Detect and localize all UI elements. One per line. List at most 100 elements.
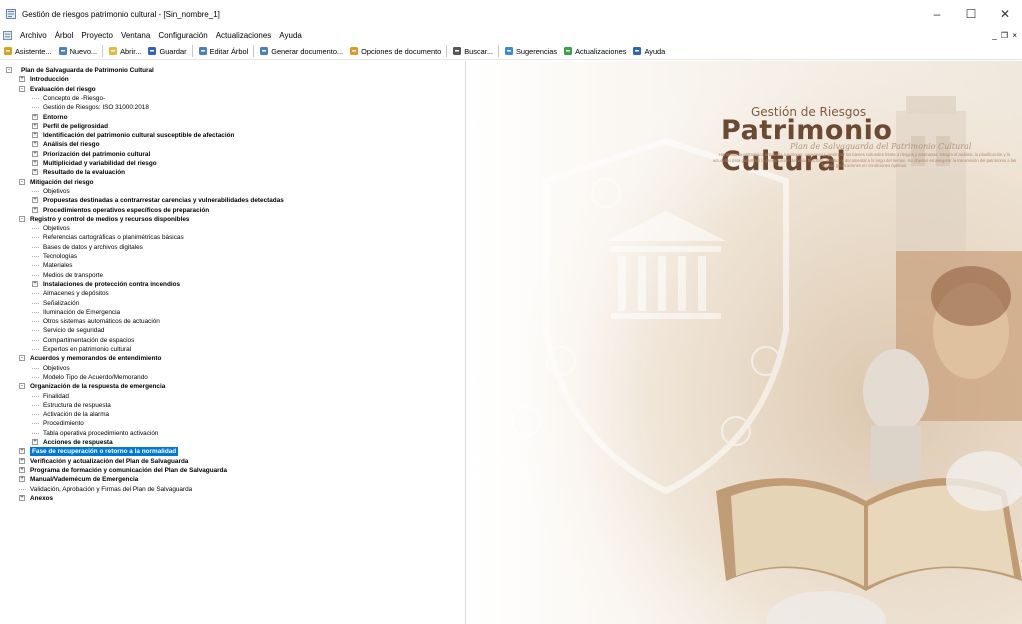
tree-node-label[interactable]: Activación de la alarma	[43, 410, 109, 419]
collapse-icon[interactable]: -	[19, 383, 25, 390]
tree-node-label[interactable]: Señalización	[43, 299, 79, 308]
expand-icon[interactable]: +	[32, 197, 38, 204]
tree-node-label[interactable]: Programa de formación y comunicación del…	[30, 466, 227, 475]
generate-document-button[interactable]: Generar documento...	[256, 44, 346, 58]
expand-icon[interactable]: +	[19, 476, 25, 483]
tree-node-label[interactable]: Verificación y actualización del Plan de…	[30, 457, 188, 466]
tree-node-label[interactable]: Evaluación del riesgo	[30, 85, 96, 94]
tree-node-label[interactable]: Análisis del riesgo	[43, 140, 99, 149]
tree-node-label[interactable]: Fase de recuperación o retorno a la norm…	[30, 447, 179, 457]
menu-archivo[interactable]: Archivo	[16, 31, 51, 40]
tree-node-label[interactable]: Objetivos	[43, 364, 70, 373]
help-button[interactable]: Ayuda	[629, 44, 668, 58]
tree-node-label[interactable]: Registro y control de medios y recursos …	[30, 215, 189, 224]
expand-icon[interactable]: +	[19, 466, 25, 473]
edit-tree-button[interactable]: Editar Árbol	[195, 44, 252, 58]
expand-icon[interactable]: +	[32, 122, 38, 129]
collapse-icon[interactable]: -	[19, 215, 25, 222]
tree-node-label[interactable]: Expertos en patrimonio cultural	[43, 345, 131, 354]
expand-icon[interactable]: +	[32, 169, 38, 176]
expand-icon[interactable]: +	[32, 150, 38, 157]
wizard-button[interactable]: Asistente...	[0, 44, 55, 58]
tree-node-label[interactable]: Otros sistemas automáticos de actuación	[43, 317, 160, 326]
open-folder-button[interactable]: Abrir...	[105, 44, 144, 58]
tree-node-label[interactable]: Modelo Tipo de Acuerdo/Memorando	[43, 373, 148, 382]
tree-node-label[interactable]: Bases de datos y archivos digitales	[43, 243, 143, 252]
tree-node-label[interactable]: Acuerdos y memorandos de entendimiento	[30, 354, 161, 363]
tree-node-label[interactable]: Organización de la respuesta de emergenc…	[30, 382, 165, 391]
updates-button[interactable]: Actualizaciones	[560, 44, 629, 58]
tree-node-label[interactable]: Objetivos	[43, 224, 70, 233]
tree-node-label[interactable]: Servicio de seguridad	[43, 326, 104, 335]
tree-node-label[interactable]: Validación, Aprobación y Firmas del Plan…	[30, 485, 192, 494]
document-options-button[interactable]: Opciones de documento	[346, 44, 444, 58]
menu-configuracion[interactable]: Configuración	[154, 31, 211, 40]
tree-node-label[interactable]: Gestión de Riesgos: ISO 31000:2018	[43, 103, 149, 112]
tree-node-label[interactable]: Anexos	[30, 494, 53, 503]
menu-proyecto[interactable]: Proyecto	[77, 31, 117, 40]
tree-node-label[interactable]: Resultado de la evaluación	[43, 168, 125, 177]
tree-node-label[interactable]: Referencias cartográficas o planimétrica…	[43, 233, 184, 242]
tree-panel[interactable]: - Plan de Salvaguarda de Patrimonio Cultu…	[0, 61, 466, 624]
collapse-icon[interactable]: -	[19, 85, 25, 92]
tree-node-label[interactable]: Procedimiento	[43, 419, 84, 428]
app-icon	[6, 9, 16, 19]
tree-node-label[interactable]: Perfil de peligrosidad	[43, 122, 108, 131]
tree-node-label[interactable]: Objetivos	[43, 187, 70, 196]
tree-node-label[interactable]: Acciones de respuesta	[43, 438, 113, 447]
tree-node-label[interactable]: Priorización del patrimonio cultural	[43, 150, 150, 159]
tree-node-label[interactable]: Tabla operativa procedimiento activación	[43, 429, 158, 438]
menu-ayuda[interactable]: Ayuda	[275, 31, 306, 40]
tree-node-label[interactable]: Mitigación del riesgo	[30, 178, 94, 187]
expand-icon[interactable]: +	[19, 457, 25, 464]
tree-node-label[interactable]: Manual/Vademécum de Emergencia	[30, 475, 138, 484]
mdi-window-controls[interactable]: _ ❐ ×	[992, 31, 1022, 40]
tree-node-label[interactable]: Materiales	[43, 261, 72, 270]
close-button[interactable]: ✕	[988, 0, 1022, 28]
tree-node-label[interactable]: Propuestas destinadas a contrarrestar ca…	[43, 196, 284, 205]
window-title: Gestión de riesgos patrimonio cultural -…	[22, 9, 220, 19]
tree-node-label[interactable]: Multiplicidad y variabilidad del riesgo	[43, 159, 157, 168]
tree-node-label[interactable]: Instalaciones de protección contra incen…	[43, 280, 180, 289]
toolbar-label: Guardar	[159, 46, 187, 56]
tree-node-label[interactable]: Estructura de respuesta	[43, 401, 111, 410]
expand-icon[interactable]: +	[32, 280, 38, 287]
expand-icon[interactable]: +	[19, 448, 25, 455]
expand-icon[interactable]: +	[32, 132, 38, 139]
collapse-icon[interactable]: -	[19, 355, 25, 362]
expand-icon[interactable]: +	[32, 206, 38, 213]
expand-icon[interactable]: +	[19, 76, 25, 83]
collapse-icon[interactable]: -	[19, 178, 25, 185]
tree-node-label[interactable]: Compartimentación de espacios	[43, 336, 134, 345]
mdi-document-icon[interactable]	[3, 30, 12, 40]
tree-node-label[interactable]: Medios de transporte	[43, 271, 103, 280]
tree-node-label[interactable]: Procedimientos operativos específicos de…	[43, 206, 209, 215]
expand-icon[interactable]: +	[32, 113, 38, 120]
expand-icon[interactable]: +	[19, 494, 25, 501]
menu-arbol[interactable]: Árbol	[51, 31, 78, 40]
maximize-button[interactable]: ☐	[954, 0, 988, 28]
menu-ventana[interactable]: Ventana	[117, 31, 154, 40]
toolbar-separator	[102, 45, 104, 57]
toolbar-label: Editar Árbol	[209, 46, 249, 56]
menu-actualizaciones[interactable]: Actualizaciones	[212, 31, 276, 40]
save-button[interactable]: Guardar	[144, 44, 189, 58]
tree-node-label[interactable]: Almacenes y depósitos	[43, 289, 109, 298]
tree-node-label[interactable]: Iluminación de Emergencia	[43, 308, 120, 317]
suggestions-button[interactable]: Sugerencias	[501, 44, 560, 58]
tree-node-label[interactable]: Finalidad	[43, 392, 69, 401]
tree-node-label[interactable]: Plan de Salvaguarda de Patrimonio Cultur…	[21, 66, 154, 75]
tree-node-label[interactable]: Introducción	[30, 75, 69, 84]
minimize-button[interactable]: –	[920, 0, 954, 28]
tree-node-label[interactable]: Tecnologías	[43, 252, 77, 261]
expand-icon[interactable]: +	[32, 141, 38, 148]
tree-node-label[interactable]: Concepto de -Riesgo-	[43, 94, 105, 103]
collapse-icon[interactable]: -	[6, 67, 12, 73]
expand-icon[interactable]: +	[32, 439, 38, 445]
toolbar-separator	[446, 45, 448, 57]
new-document-button[interactable]: Nuevo...	[55, 44, 101, 58]
expand-icon[interactable]: +	[32, 160, 38, 166]
binoculars-button[interactable]: Buscar...	[449, 44, 496, 58]
tree-node-label[interactable]: Entorno	[43, 113, 68, 122]
tree-node-label[interactable]: Identificación del patrimonio cultural s…	[43, 131, 234, 140]
